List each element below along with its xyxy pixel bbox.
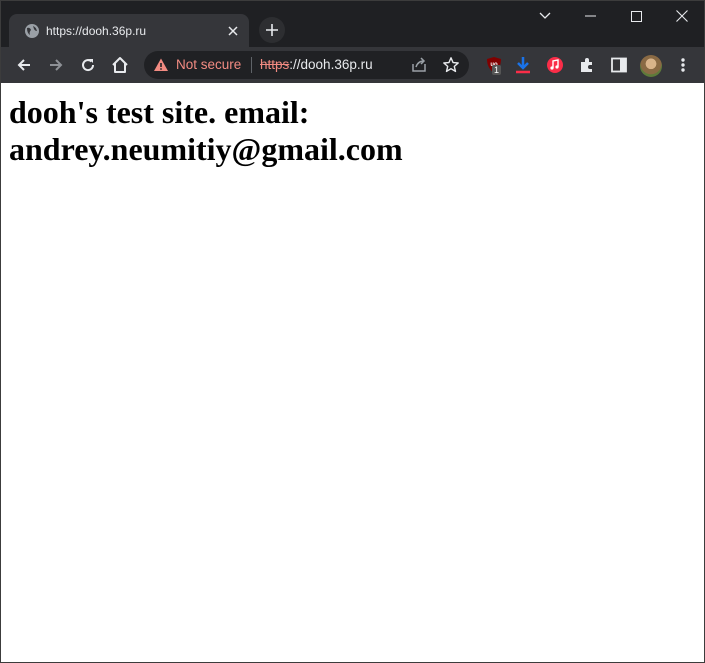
share-icon[interactable] xyxy=(410,56,428,74)
close-icon xyxy=(676,10,688,22)
security-status[interactable]: Not secure xyxy=(176,57,241,73)
ublock-badge: 1 xyxy=(492,65,502,75)
profile-avatar[interactable] xyxy=(640,55,662,77)
forward-button[interactable] xyxy=(42,51,70,79)
url-text[interactable]: https://dooh.36p.ru xyxy=(260,57,373,73)
back-button[interactable] xyxy=(10,51,38,79)
arrow-left-icon xyxy=(17,59,30,71)
minimize-icon xyxy=(584,15,596,17)
page-viewport: dooh's test site. email: andrey.neumitiy… xyxy=(1,83,704,662)
tab-title: https://dooh.36p.ru xyxy=(46,24,147,38)
plus-icon xyxy=(266,24,278,36)
music-extension-icon[interactable] xyxy=(546,56,564,74)
reload-icon xyxy=(82,59,95,72)
globe-icon xyxy=(25,24,39,38)
url-scheme: https xyxy=(260,57,290,72)
url-host: ://dooh.36p.ru xyxy=(289,57,373,72)
ublock-extension-icon[interactable]: uo 1 xyxy=(485,56,503,75)
puzzle-icon[interactable] xyxy=(578,56,596,74)
browser-tab[interactable]: https://dooh.36p.ru xyxy=(9,14,249,47)
tab-strip: https://dooh.36p.ru xyxy=(1,1,704,47)
browser-window: https://dooh.36p.ru Not secure https://d… xyxy=(0,0,705,663)
menu-kebab-icon[interactable] xyxy=(674,56,692,74)
download-extension-icon[interactable] xyxy=(514,56,532,74)
close-window-button[interactable] xyxy=(659,1,704,31)
warning-icon[interactable] xyxy=(153,57,169,73)
close-tab-icon[interactable] xyxy=(223,21,243,41)
maximize-icon xyxy=(630,10,642,22)
reload-button[interactable] xyxy=(74,51,102,79)
minimize-button[interactable] xyxy=(567,1,613,31)
home-icon xyxy=(112,57,128,73)
browser-toolbar: Not secure https://dooh.36p.ru uo 1 xyxy=(1,47,704,83)
page-heading: dooh's test site. email: andrey.neumitiy… xyxy=(9,94,403,167)
tab-search-button[interactable] xyxy=(522,1,568,31)
chevron-down-icon xyxy=(539,12,551,19)
star-icon[interactable] xyxy=(442,56,460,74)
arrow-right-icon xyxy=(50,59,63,71)
home-button[interactable] xyxy=(106,51,134,79)
new-tab-button[interactable] xyxy=(259,17,285,43)
omnibox-divider xyxy=(251,57,252,73)
address-bar[interactable]: Not secure https://dooh.36p.ru xyxy=(144,51,469,79)
maximize-button[interactable] xyxy=(613,1,659,31)
side-panel-icon[interactable] xyxy=(610,56,628,74)
